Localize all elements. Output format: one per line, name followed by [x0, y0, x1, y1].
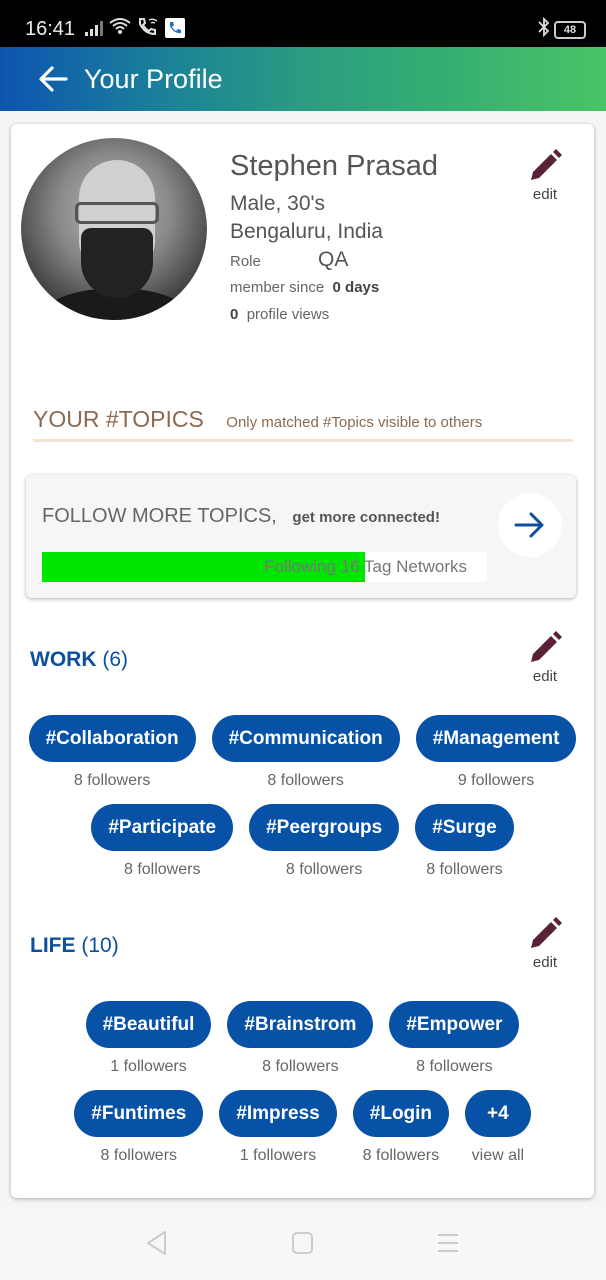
arrow-right-icon [514, 512, 544, 538]
profile-views: 0 profile views [230, 306, 329, 323]
role-label: Role [230, 253, 261, 270]
tag-item: #Surge 8 followers [415, 804, 514, 879]
avatar[interactable] [21, 138, 207, 320]
follow-more-button[interactable] [498, 493, 562, 557]
follow-more-title: FOLLOW MORE TOPICS, [42, 505, 277, 527]
pencil-icon [531, 631, 562, 662]
tag-followers: 8 followers [362, 1147, 440, 1164]
back-nav-icon[interactable] [145, 1230, 169, 1256]
tag-item: #Login 8 followers [352, 1090, 450, 1165]
profile-card: Stephen Prasad Male, 30's Bengaluru, Ind… [11, 124, 594, 1198]
tag-item: #Impress 1 followers [219, 1090, 337, 1165]
life-tags-row-2: #Funtimes 8 followers #Impress 1 followers… [11, 1090, 594, 1165]
work-title: WORK [30, 648, 97, 671]
tag-followers: 8 followers [267, 772, 344, 789]
profile-views-label: profile views [246, 306, 330, 323]
pencil-icon [531, 917, 562, 948]
tag-followers: 1 followers [110, 1058, 187, 1075]
tag-followers: 8 followers [426, 861, 503, 878]
tag-followers: 8 followers [416, 1058, 493, 1075]
tag-chip[interactable]: #Funtimes [74, 1090, 204, 1137]
tag-item: #Collaboration 8 followers [28, 715, 196, 790]
status-bar: 16:41 48 [0, 0, 606, 47]
tag-item: #Participate 8 followers [91, 804, 234, 879]
pencil-icon [531, 149, 562, 180]
tag-followers: 8 followers [100, 1147, 178, 1164]
tag-item: #Communication 8 followers [211, 715, 400, 790]
tag-item: #Beautiful 1 followers [85, 1001, 212, 1076]
profile-views-count: 0 [230, 306, 239, 323]
tag-item: #Brainstrom 8 followers [227, 1001, 374, 1076]
tag-followers: 8 followers [123, 861, 201, 878]
tag-item: #Empower 8 followers [389, 1001, 520, 1076]
tag-chip[interactable]: #Impress [219, 1090, 337, 1137]
battery-icon: 48 [554, 20, 586, 39]
arrow-left-icon [39, 66, 68, 92]
tag-item: #Management 9 followers [415, 715, 577, 790]
edit-life-button[interactable]: edit [525, 916, 565, 971]
view-all-chip[interactable]: +4 [465, 1090, 531, 1137]
edit-label: edit [532, 668, 558, 685]
life-title: LIFE [30, 934, 76, 957]
page-title: Your Profile [84, 63, 223, 94]
tag-chip[interactable]: #Surge [415, 804, 514, 851]
bluetooth-icon [538, 16, 550, 42]
wifi-calling-icon [137, 16, 159, 39]
tag-followers: 9 followers [457, 772, 535, 789]
tag-followers: 8 followers [262, 1058, 339, 1075]
work-tags-row-2: #Participate 8 followers #Peergroups 8 fol… [11, 804, 594, 879]
topics-header: YOUR #TOPICS Only matched #Topics visibl… [33, 406, 573, 442]
menu-nav-icon[interactable] [436, 1230, 460, 1256]
tag-chip[interactable]: #Beautiful [85, 1001, 212, 1048]
work-count: (6) [102, 648, 129, 671]
tag-chip[interactable]: #Peergroups [249, 804, 400, 851]
tag-followers: 8 followers [285, 861, 363, 878]
tag-followers: 8 followers [73, 772, 151, 789]
tag-chip[interactable]: #Empower [389, 1001, 520, 1048]
member-since-value: 0 days [332, 279, 380, 296]
tag-chip[interactable]: #Communication [211, 715, 400, 762]
progress-text: Following 16 Tag Networks [264, 557, 467, 576]
follow-more-subtitle: get more connected! [292, 509, 440, 526]
profile-name: Stephen Prasad [230, 150, 438, 182]
wifi-icon [109, 17, 131, 38]
tag-followers: 1 followers [239, 1147, 317, 1164]
back-button[interactable] [38, 63, 70, 95]
status-time: 16:41 [25, 18, 76, 40]
edit-label: edit [532, 186, 558, 203]
tag-item: #Funtimes 8 followers [74, 1090, 204, 1165]
role-value: QA [318, 248, 349, 271]
system-nav-bar [0, 1206, 606, 1280]
tag-chip[interactable]: #Management [415, 715, 577, 762]
edit-label: edit [532, 954, 558, 971]
member-since-label: member since [230, 279, 325, 296]
profile-location: Bengaluru, India [230, 220, 383, 243]
tag-item: #Peergroups 8 followers [249, 804, 400, 879]
profile-gender-age: Male, 30's [230, 192, 326, 215]
life-section-title: LIFE (10) [30, 934, 119, 958]
view-all-item: +4 view all [465, 1090, 531, 1165]
phone-app-icon [165, 17, 185, 38]
tag-chip[interactable]: #Collaboration [28, 715, 196, 762]
signal-icon [85, 20, 103, 36]
tag-chip[interactable]: #Participate [91, 804, 234, 851]
topics-title: YOUR #TOPICS [33, 406, 204, 432]
life-tags-row-1: #Beautiful 1 followers #Brainstrom 8 follo… [11, 1001, 594, 1076]
topics-subtitle: Only matched #Topics visible to others [226, 414, 483, 431]
work-tags-row-1: #Collaboration 8 followers #Communication… [11, 715, 594, 790]
following-progress-bar: Following 16 Tag Networks [42, 552, 487, 582]
view-all-label[interactable]: view all [472, 1147, 524, 1165]
tag-chip[interactable]: #Login [352, 1090, 450, 1137]
edit-profile-button[interactable]: edit [525, 148, 565, 203]
life-count: (10) [81, 934, 119, 957]
member-since: member since 0 days [230, 279, 379, 296]
work-section-title: WORK (6) [30, 648, 128, 672]
tag-chip[interactable]: #Brainstrom [227, 1001, 374, 1048]
edit-work-button[interactable]: edit [525, 630, 565, 685]
home-nav-icon[interactable] [291, 1230, 315, 1256]
app-bar: Your Profile [0, 47, 606, 111]
follow-more-topics-card[interactable]: FOLLOW MORE TOPICS, get more connected! … [26, 475, 576, 598]
